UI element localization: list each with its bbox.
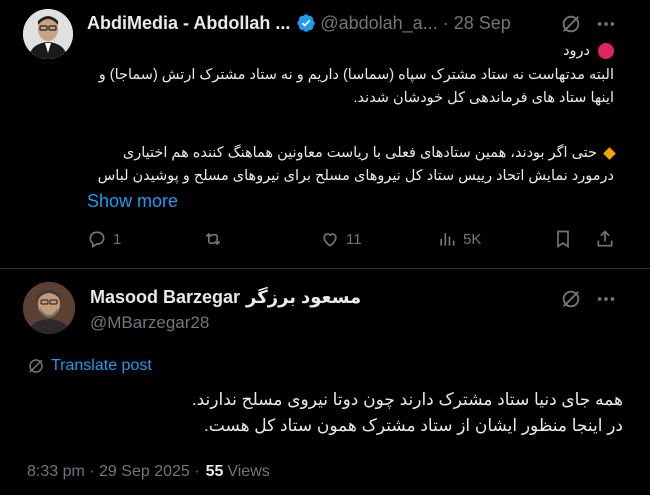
more-icon[interactable] [595, 288, 617, 310]
show-more-link[interactable]: Show more [87, 191, 178, 212]
tweet-paragraph-2-text: حتی اگر بودند، همین ستادهای فعلی با ریاس… [97, 145, 614, 184]
reply-icon [89, 231, 105, 248]
like-button[interactable]: 11 [320, 229, 362, 249]
retweet-button[interactable] [203, 229, 223, 249]
reply-button[interactable]: 1 [87, 229, 121, 249]
reply-timestamp[interactable]: 8:33 pm · 29 Sep 2025 · [27, 463, 200, 481]
bookmark-icon [557, 230, 569, 249]
separator-dot: · [442, 12, 449, 33]
reply-author-name-fa[interactable]: مسعود برزگر [246, 287, 361, 308]
red-circle-icon [598, 43, 614, 59]
like-icon [323, 233, 337, 247]
views-icon [440, 233, 455, 246]
tweet-date[interactable]: 28 Sep [454, 13, 511, 34]
bookmark-button[interactable] [553, 229, 573, 249]
reply-views-count: 55 [205, 463, 224, 480]
tweet-greeting-line: درود [87, 40, 614, 62]
more-icon[interactable] [595, 13, 617, 35]
verified-badge-icon [297, 14, 316, 32]
reply-body: همه جای دنیا ستاد مشترک دارند چون دوتا ن… [27, 387, 623, 439]
tweet-actions: 1 11 5K [87, 229, 617, 255]
reply-author-name[interactable]: Masood Barzegar [90, 287, 240, 308]
reply-views-label: Views [227, 463, 270, 480]
tweet-header: AbdiMedia - Abdollah ... @abdolah_a... ·… [87, 11, 632, 35]
tweet-divider [0, 268, 650, 269]
reply-author-handle[interactable]: @MBarzegar28 [90, 313, 209, 333]
views-count: 5K [463, 230, 482, 248]
reply-count: 1 [113, 230, 122, 248]
share-button[interactable] [595, 229, 615, 249]
reply-author-avatar[interactable] [23, 282, 75, 334]
tweet-paragraph-2: حتی اگر بودند، همین ستادهای فعلی با ریاس… [87, 142, 616, 188]
avatar-portrait [23, 282, 75, 334]
translate-post-link[interactable]: Translate post [27, 357, 152, 375]
like-count: 11 [346, 230, 362, 248]
author-handle[interactable]: @abdolah_a... [320, 13, 437, 34]
orange-diamond-icon [603, 146, 616, 160]
reply-meta: 8:33 pm · 29 Sep 2025 · 55 Views [27, 463, 270, 481]
retweet-icon [205, 232, 221, 246]
author-avatar[interactable] [23, 9, 73, 59]
reply-line-1: همه جای دنیا ستاد مشترک دارند چون دوتا ن… [191, 390, 623, 409]
views-button[interactable]: 5K [437, 229, 481, 249]
grok-icon[interactable] [560, 288, 582, 310]
author-name[interactable]: AbdiMedia - Abdollah ... [87, 13, 290, 34]
avatar-portrait [23, 9, 73, 59]
translate-label: Translate post [51, 357, 152, 374]
share-icon [597, 230, 613, 247]
grok-icon[interactable] [560, 13, 582, 35]
greeting-text: درود [563, 43, 590, 59]
translate-icon [29, 359, 43, 373]
reply-line-2: در اینجا منظور ایشان از ستاد مشترک همون … [204, 416, 623, 435]
reply-author-name-row: Masood Barzegar مسعود برزگر [90, 287, 361, 308]
tweet-paragraph-1: البته مدتهاست نه ستاد مشترک سپاه (سماسا)… [98, 67, 614, 106]
